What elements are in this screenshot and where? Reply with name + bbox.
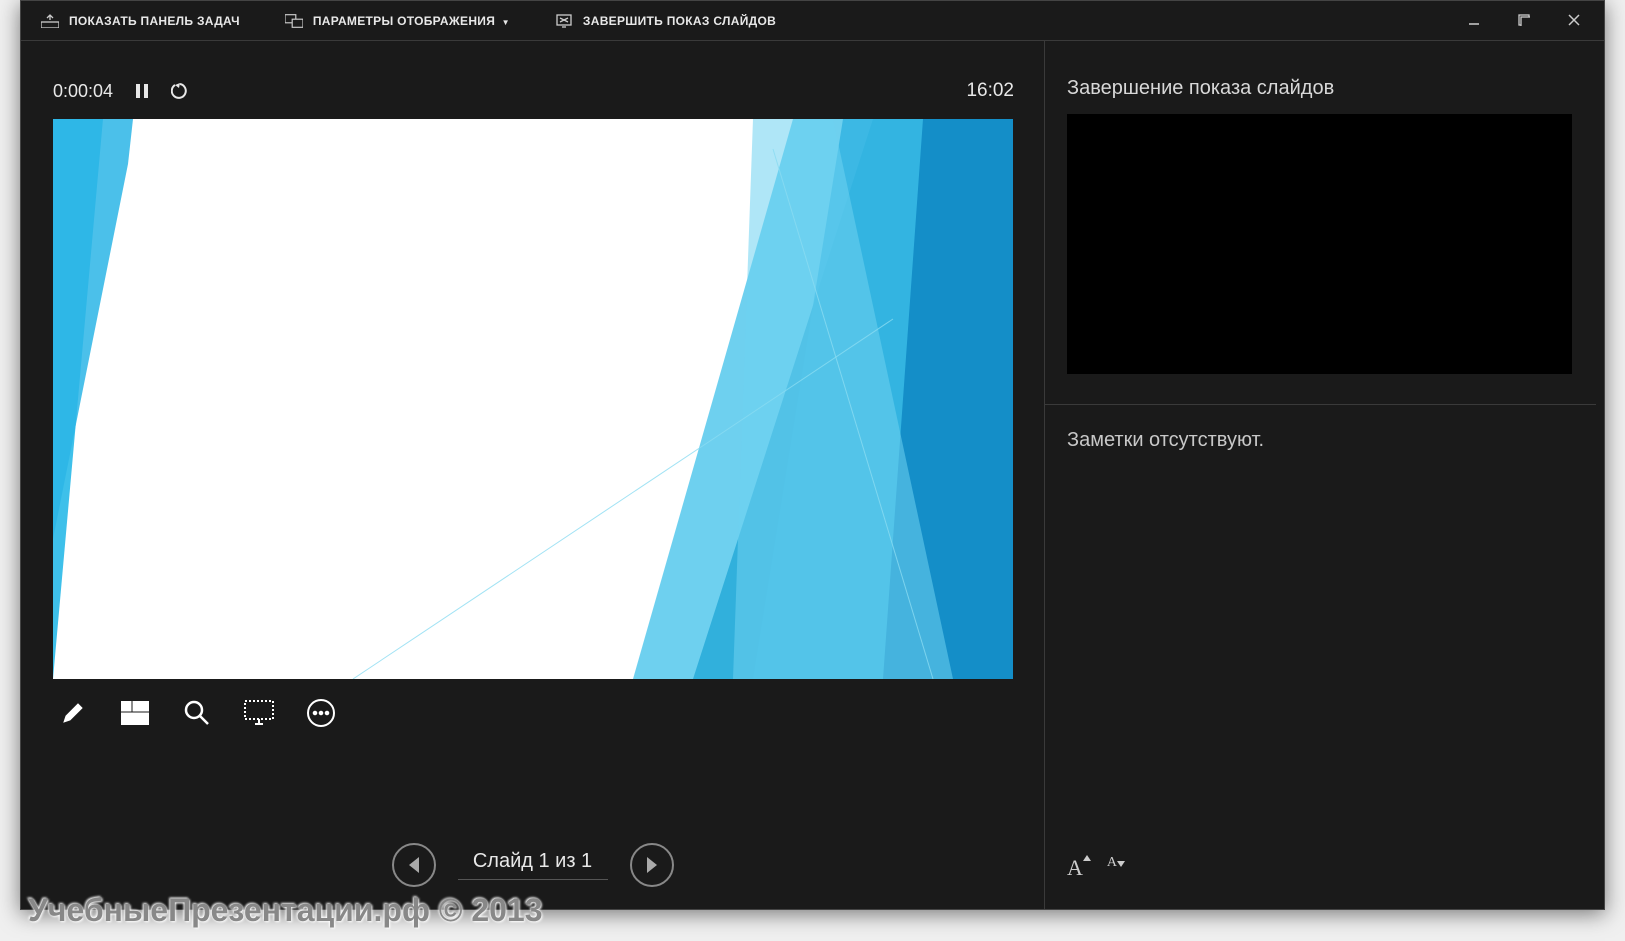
- taskbar-icon: [41, 13, 59, 29]
- notes-divider: [1045, 404, 1596, 405]
- elapsed-timer: 0:00:04: [53, 81, 113, 102]
- display-settings-icon: [285, 13, 303, 29]
- reset-timer-button[interactable]: [171, 82, 189, 100]
- next-slide-notes-pane: Завершение показа слайдов Заметки отсутс…: [1044, 41, 1604, 909]
- current-slide-pane: 0:00:04 16:02: [21, 41, 1044, 909]
- next-slide-preview[interactable]: [1067, 114, 1572, 374]
- zoom-tool-button[interactable]: [181, 697, 213, 729]
- slide-navigation: Слайд 1 из 1: [21, 843, 1044, 887]
- window-controls: [1464, 13, 1584, 29]
- timer-row: 0:00:04 16:02: [53, 77, 1014, 105]
- top-toolbar: ПОКАЗАТЬ ПАНЕЛЬ ЗАДАЧ ПАРАМЕТРЫ ОТОБРАЖЕ…: [21, 1, 1604, 41]
- current-slide-preview[interactable]: [53, 119, 1013, 679]
- decrease-font-button[interactable]: A: [1107, 855, 1117, 881]
- pause-timer-button[interactable]: [135, 83, 149, 99]
- presenter-view-window: ПОКАЗАТЬ ПАНЕЛЬ ЗАДАЧ ПАРАМЕТРЫ ОТОБРАЖЕ…: [20, 0, 1605, 910]
- notes-font-controls: A A: [1067, 855, 1117, 881]
- show-taskbar-label: ПОКАЗАТЬ ПАНЕЛЬ ЗАДАЧ: [69, 14, 240, 28]
- black-screen-button[interactable]: [243, 697, 275, 729]
- speaker-notes: Заметки отсутствуют.: [1067, 429, 1574, 452]
- end-show-label: ЗАВЕРШИТЬ ПОКАЗ СЛАЙДОВ: [583, 14, 776, 28]
- slide-tools-toolbar: [53, 679, 1014, 747]
- end-show-button[interactable]: ЗАВЕРШИТЬ ПОКАЗ СЛАЙДОВ: [555, 13, 776, 29]
- show-taskbar-button[interactable]: ПОКАЗАТЬ ПАНЕЛЬ ЗАДАЧ: [41, 13, 240, 29]
- more-options-button[interactable]: [305, 697, 337, 729]
- maximize-button[interactable]: [1514, 13, 1534, 29]
- display-settings-label: ПАРАМЕТРЫ ОТОБРАЖЕНИЯ: [313, 14, 510, 28]
- minimize-button[interactable]: [1464, 13, 1484, 29]
- slide-counter-label[interactable]: Слайд 1 из 1: [458, 850, 608, 880]
- see-all-slides-button[interactable]: [119, 697, 151, 729]
- increase-font-button[interactable]: A: [1067, 855, 1083, 881]
- content-area: 0:00:04 16:02: [21, 41, 1604, 909]
- wall-clock: 16:02: [966, 80, 1014, 102]
- pen-tool-button[interactable]: [57, 697, 89, 729]
- close-button[interactable]: [1564, 13, 1584, 29]
- next-slide-title: Завершение показа слайдов: [1067, 77, 1574, 100]
- previous-slide-button[interactable]: [392, 843, 436, 887]
- next-slide-button[interactable]: [630, 843, 674, 887]
- end-show-icon: [555, 13, 573, 29]
- slide-graphic: [53, 119, 1013, 679]
- display-settings-button[interactable]: ПАРАМЕТРЫ ОТОБРАЖЕНИЯ: [285, 13, 510, 29]
